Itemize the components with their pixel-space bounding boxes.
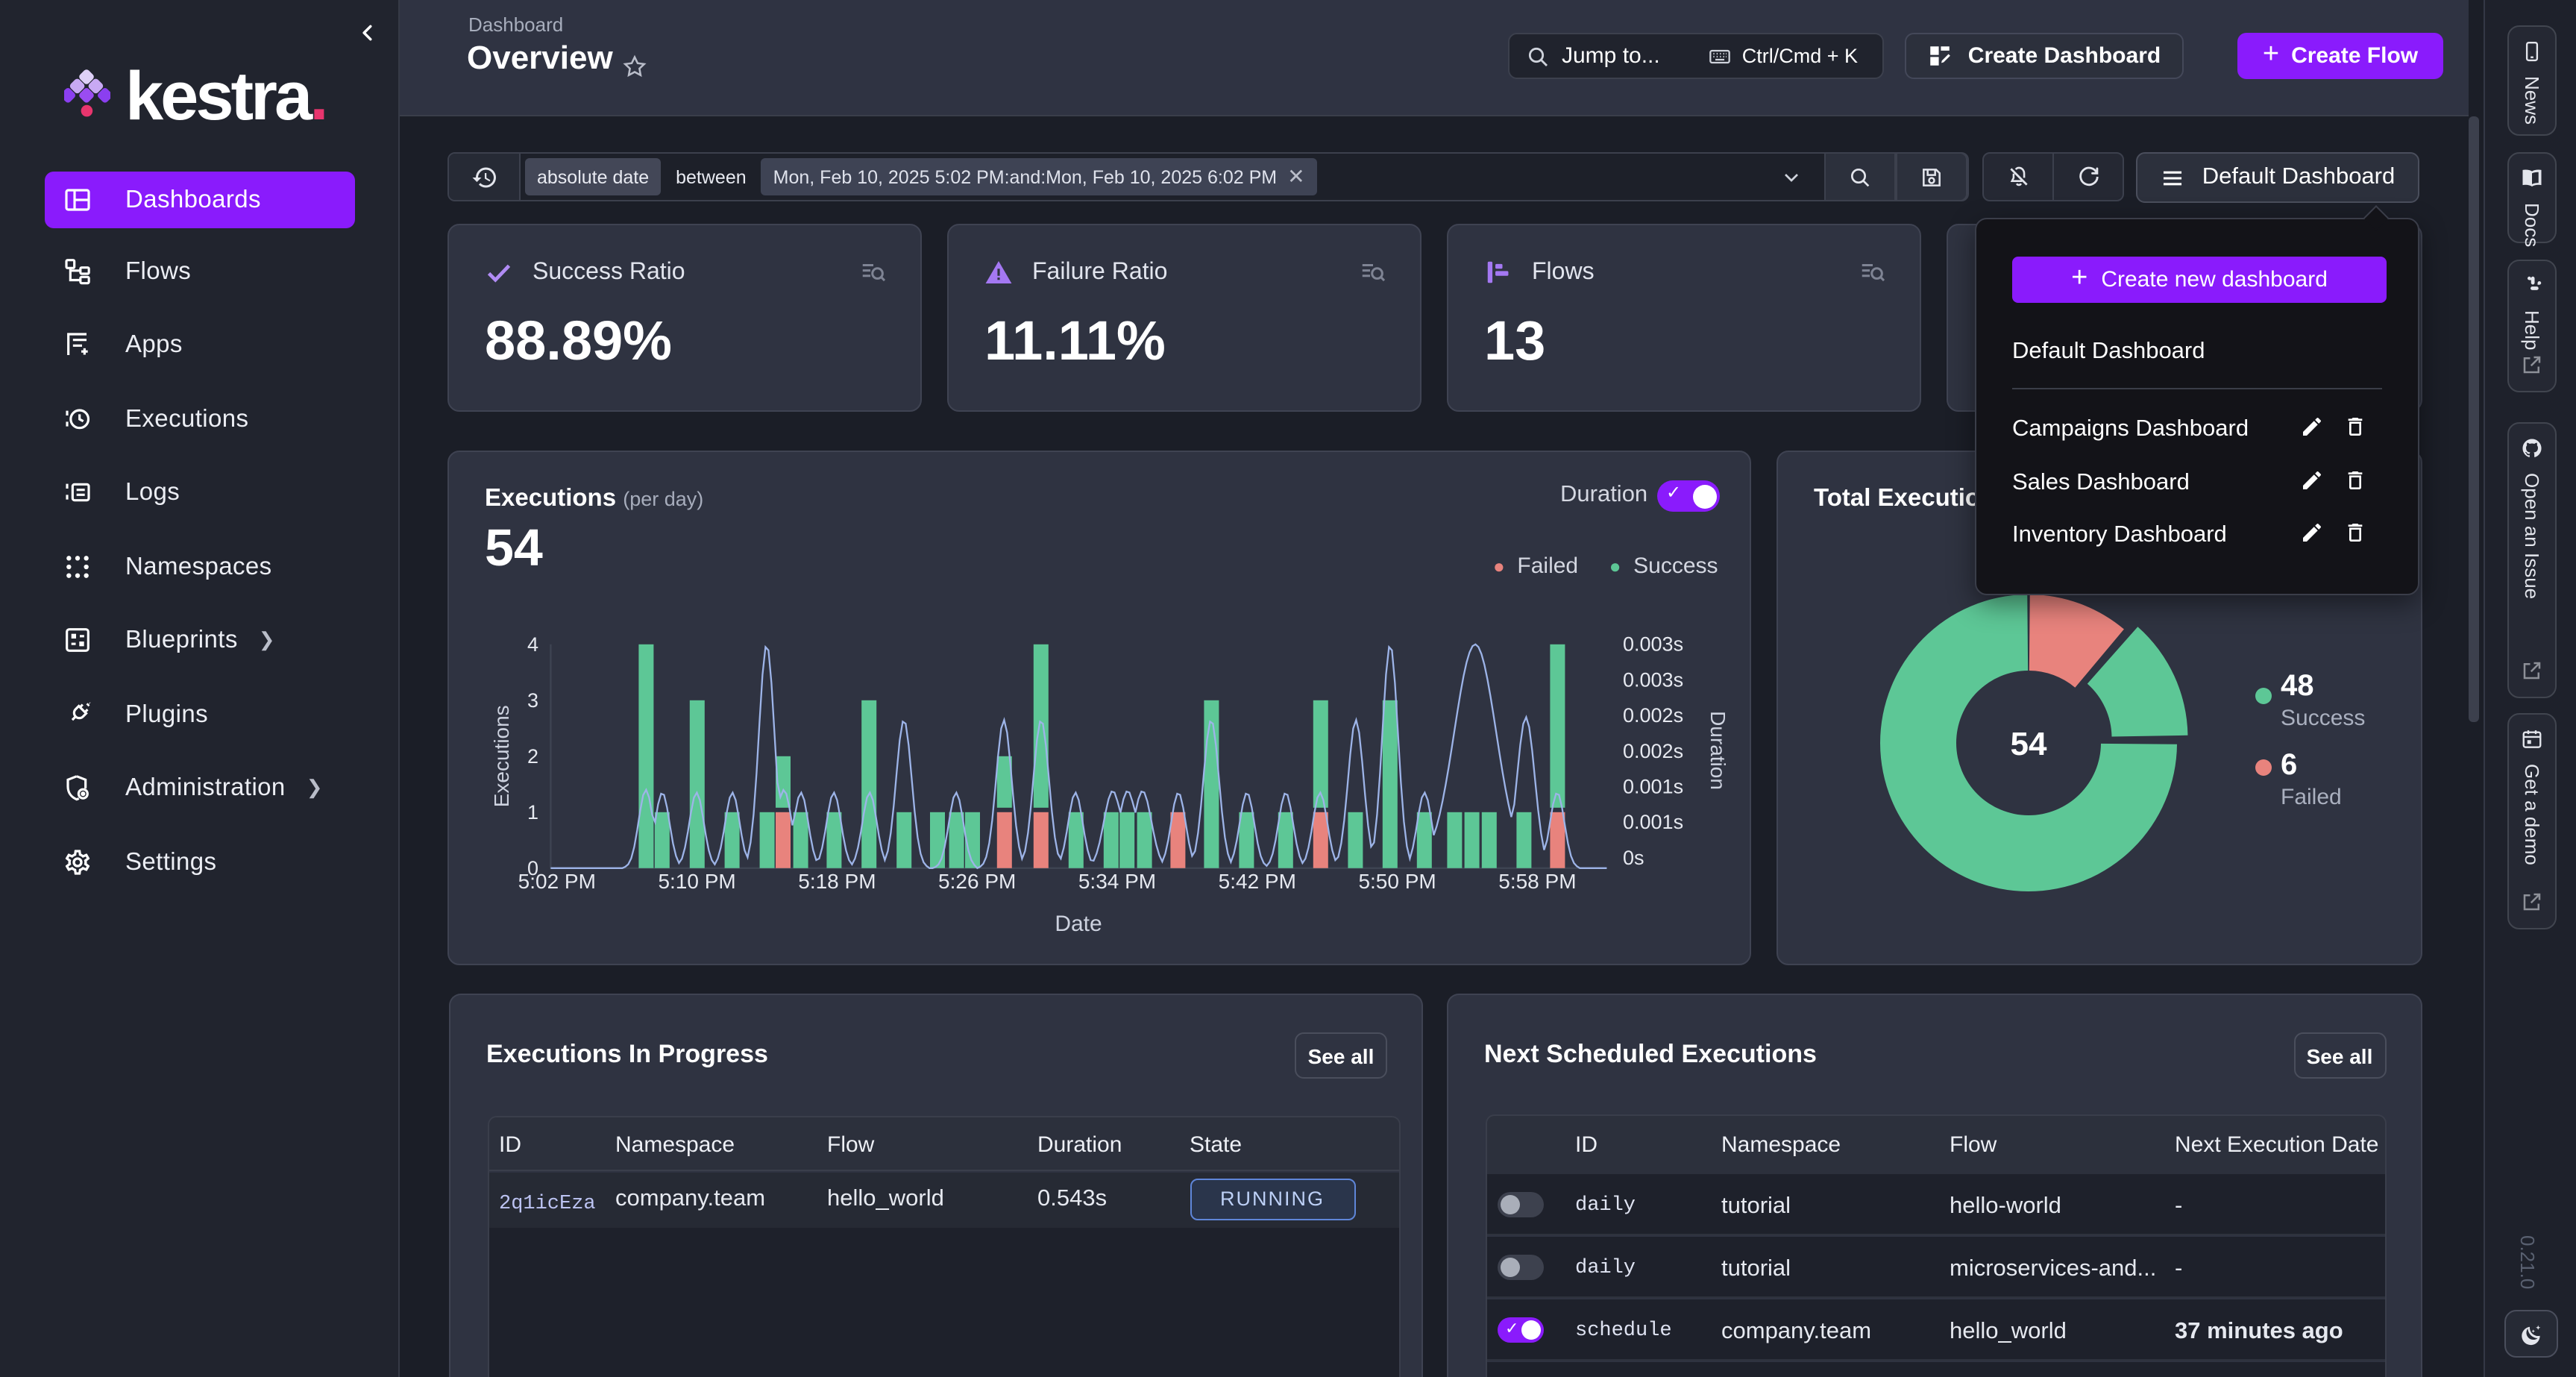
svg-text:2: 2 [527, 745, 538, 768]
svg-text:Date: Date [1055, 912, 1102, 936]
svg-text:5:34 PM: 5:34 PM [1078, 870, 1156, 893]
svg-text:0.002s: 0.002s [1623, 740, 1683, 762]
svg-text:0s: 0s [1623, 847, 1644, 869]
svg-text:Duration: Duration [1706, 711, 1730, 790]
svg-text:5:18 PM: 5:18 PM [798, 870, 876, 893]
svg-text:0.001s: 0.001s [1623, 811, 1683, 833]
svg-text:3: 3 [527, 689, 538, 712]
svg-text:0.002s: 0.002s [1623, 704, 1683, 727]
svg-text:5:26 PM: 5:26 PM [938, 870, 1016, 893]
svg-text:5:42 PM: 5:42 PM [1219, 870, 1296, 893]
svg-text:0.001s: 0.001s [1623, 775, 1683, 797]
svg-text:Executions: Executions [490, 705, 513, 807]
svg-text:1: 1 [527, 801, 538, 824]
svg-text:5:50 PM: 5:50 PM [1358, 870, 1436, 893]
svg-text:5:58 PM: 5:58 PM [1498, 870, 1576, 893]
svg-text:5:02 PM: 5:02 PM [518, 870, 596, 893]
svg-text:54: 54 [2011, 726, 2047, 762]
svg-text:0.003s: 0.003s [1623, 633, 1683, 656]
svg-text:5:10 PM: 5:10 PM [658, 870, 735, 893]
svg-text:4: 4 [527, 633, 538, 656]
svg-text:0.003s: 0.003s [1623, 668, 1683, 691]
